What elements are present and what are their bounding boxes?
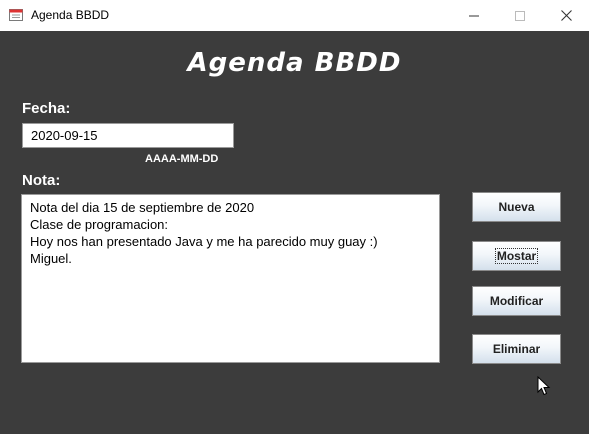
fecha-format-hint: AAAA-MM-DD (145, 153, 219, 165)
fecha-input[interactable] (22, 123, 234, 148)
modificar-button-label: Modificar (489, 294, 544, 308)
minimize-icon (469, 15, 479, 16)
maximize-button[interactable] (497, 0, 543, 31)
mostrar-button[interactable]: Mostar (472, 241, 561, 271)
mouse-cursor-icon (537, 376, 551, 396)
close-button[interactable] (543, 0, 589, 31)
eliminar-button-label: Eliminar (492, 342, 541, 356)
minimize-button[interactable] (451, 0, 497, 31)
nota-label: Nota: (22, 172, 61, 189)
nueva-button-label: Nueva (498, 200, 535, 214)
modificar-button[interactable]: Modificar (472, 286, 561, 316)
maximize-icon (515, 10, 525, 21)
nota-line: Nota del dia 15 de septiembre de 2020 (30, 200, 255, 215)
title-bar: Agenda BBDD (0, 0, 589, 31)
close-icon (560, 10, 572, 21)
window-title: Agenda BBDD (31, 8, 110, 22)
app-heading: Agenda BBDD (187, 48, 402, 78)
mostrar-button-label: Mostar (494, 248, 539, 264)
calendar-icon (9, 9, 23, 21)
main-panel: Agenda BBDD Fecha: AAAA-MM-DD Nota: Nota… (0, 31, 589, 434)
fecha-label: Fecha: (22, 100, 71, 117)
nota-textarea[interactable]: Nota del dia 15 de septiembre de 2020 Cl… (21, 194, 440, 363)
nueva-button[interactable]: Nueva (472, 192, 561, 222)
nota-line: Hoy nos han presentado Java y me ha pare… (30, 234, 378, 249)
eliminar-button[interactable]: Eliminar (472, 334, 561, 364)
nota-line: Miguel. (30, 251, 72, 266)
nota-line: Clase de programacion: (30, 217, 169, 232)
